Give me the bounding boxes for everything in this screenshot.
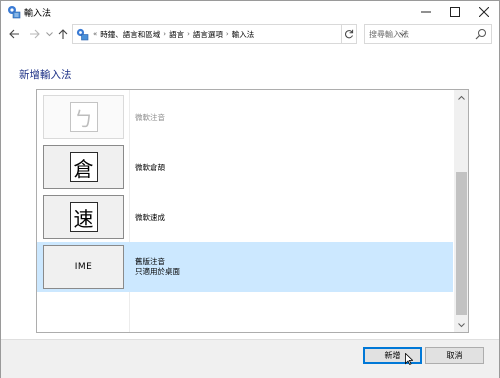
cancel-button[interactable]: 取消 xyxy=(425,347,484,364)
list-item-legacy-bopomofo[interactable]: IME 舊版注音 只適用於桌面 xyxy=(37,242,453,292)
list-item-label: 微軟倉頡 xyxy=(135,163,165,172)
changjie-glyph-icon: 倉 xyxy=(69,152,98,182)
search-box[interactable]: 搜尋輸入法 xyxy=(364,24,492,44)
list-item-changjie[interactable]: 倉 微軟倉頡 xyxy=(37,142,453,192)
ime-tile: IME xyxy=(43,245,124,289)
back-button[interactable] xyxy=(7,26,21,42)
window-title: 輸入法 xyxy=(24,9,52,19)
ime-text-icon: IME xyxy=(74,262,93,272)
breadcrumb-separator-icon[interactable]: › xyxy=(226,30,229,38)
ime-tile: ㄅ xyxy=(43,95,124,139)
add-button[interactable]: 新增 xyxy=(363,347,422,364)
scroll-down-button[interactable] xyxy=(454,318,468,332)
list-item-label: 微軟注音 xyxy=(135,113,165,122)
breadcrumb-overflow[interactable]: « xyxy=(93,30,97,38)
ime-settings-icon xyxy=(8,6,21,19)
recent-locations-button[interactable] xyxy=(44,26,54,42)
vertical-scrollbar[interactable] xyxy=(454,90,468,332)
breadcrumb-item[interactable]: 語言選項 xyxy=(193,29,223,40)
maximize-button[interactable] xyxy=(441,1,469,23)
refresh-button[interactable] xyxy=(342,24,357,44)
list-item-label: 舊版注音 xyxy=(135,257,165,266)
ime-list[interactable]: ㄅ 微軟注音 倉 微軟倉頡 速 微軟速成 IME 舊版注音 只適用於桌面 xyxy=(36,89,469,333)
bopomofo-glyph-icon: ㄅ xyxy=(69,102,98,132)
control-panel-icon xyxy=(76,28,89,41)
arrow-up-icon xyxy=(58,28,68,39)
breadcrumb-separator-icon[interactable]: › xyxy=(187,30,190,38)
chevron-down-icon xyxy=(458,322,465,327)
minimize-button[interactable] xyxy=(412,1,440,23)
arrow-left-icon xyxy=(8,29,19,39)
quick-glyph-icon: 速 xyxy=(69,202,98,232)
up-button[interactable] xyxy=(56,26,70,42)
search-input[interactable]: 搜尋輸入法 xyxy=(369,29,409,40)
dialog-window: 輸入法 « 時鐘、語言和區域 › 語言 › 語言選項 › 輸入法 搜尋輸入法 新… xyxy=(0,0,500,378)
page-title: 新增輸入法 xyxy=(19,69,72,81)
minimize-icon xyxy=(421,11,431,13)
search-icon[interactable] xyxy=(475,28,487,40)
list-item-bopomofo[interactable]: ㄅ 微軟注音 xyxy=(37,92,453,142)
close-icon xyxy=(479,7,489,17)
refresh-icon xyxy=(345,29,354,39)
breadcrumb-separator-icon[interactable]: › xyxy=(163,30,166,38)
list-item-sublabel: 只適用於桌面 xyxy=(135,267,180,276)
chevron-down-icon xyxy=(45,31,53,36)
ime-tile: 速 xyxy=(43,195,124,239)
address-bar[interactable]: « 時鐘、語言和區域 › 語言 › 語言選項 › 輸入法 xyxy=(72,24,406,44)
dialog-footer: 新增 取消 xyxy=(1,339,499,378)
arrow-right-icon xyxy=(29,29,40,39)
ime-tile: 倉 xyxy=(43,145,124,189)
breadcrumb: « 時鐘、語言和區域 › 語言 › 語言選項 › 輸入法 xyxy=(93,25,254,43)
maximize-icon xyxy=(450,7,460,17)
breadcrumb-item[interactable]: 輸入法 xyxy=(232,29,255,40)
breadcrumb-item[interactable]: 語言 xyxy=(169,29,184,40)
scrollbar-thumb[interactable] xyxy=(456,172,467,315)
chevron-up-icon xyxy=(458,95,465,100)
forward-button[interactable] xyxy=(27,26,41,42)
title-bar: 輸入法 xyxy=(1,1,499,23)
list-item-quick[interactable]: 速 微軟速成 xyxy=(37,192,453,242)
scroll-up-button[interactable] xyxy=(454,90,468,104)
navigation-bar: « 時鐘、語言和區域 › 語言 › 語言選項 › 輸入法 搜尋輸入法 xyxy=(1,23,499,45)
breadcrumb-item[interactable]: 時鐘、語言和區域 xyxy=(100,29,160,40)
mouse-cursor-icon xyxy=(405,353,413,365)
close-button[interactable] xyxy=(470,1,498,23)
list-item-label: 微軟速成 xyxy=(135,213,165,222)
